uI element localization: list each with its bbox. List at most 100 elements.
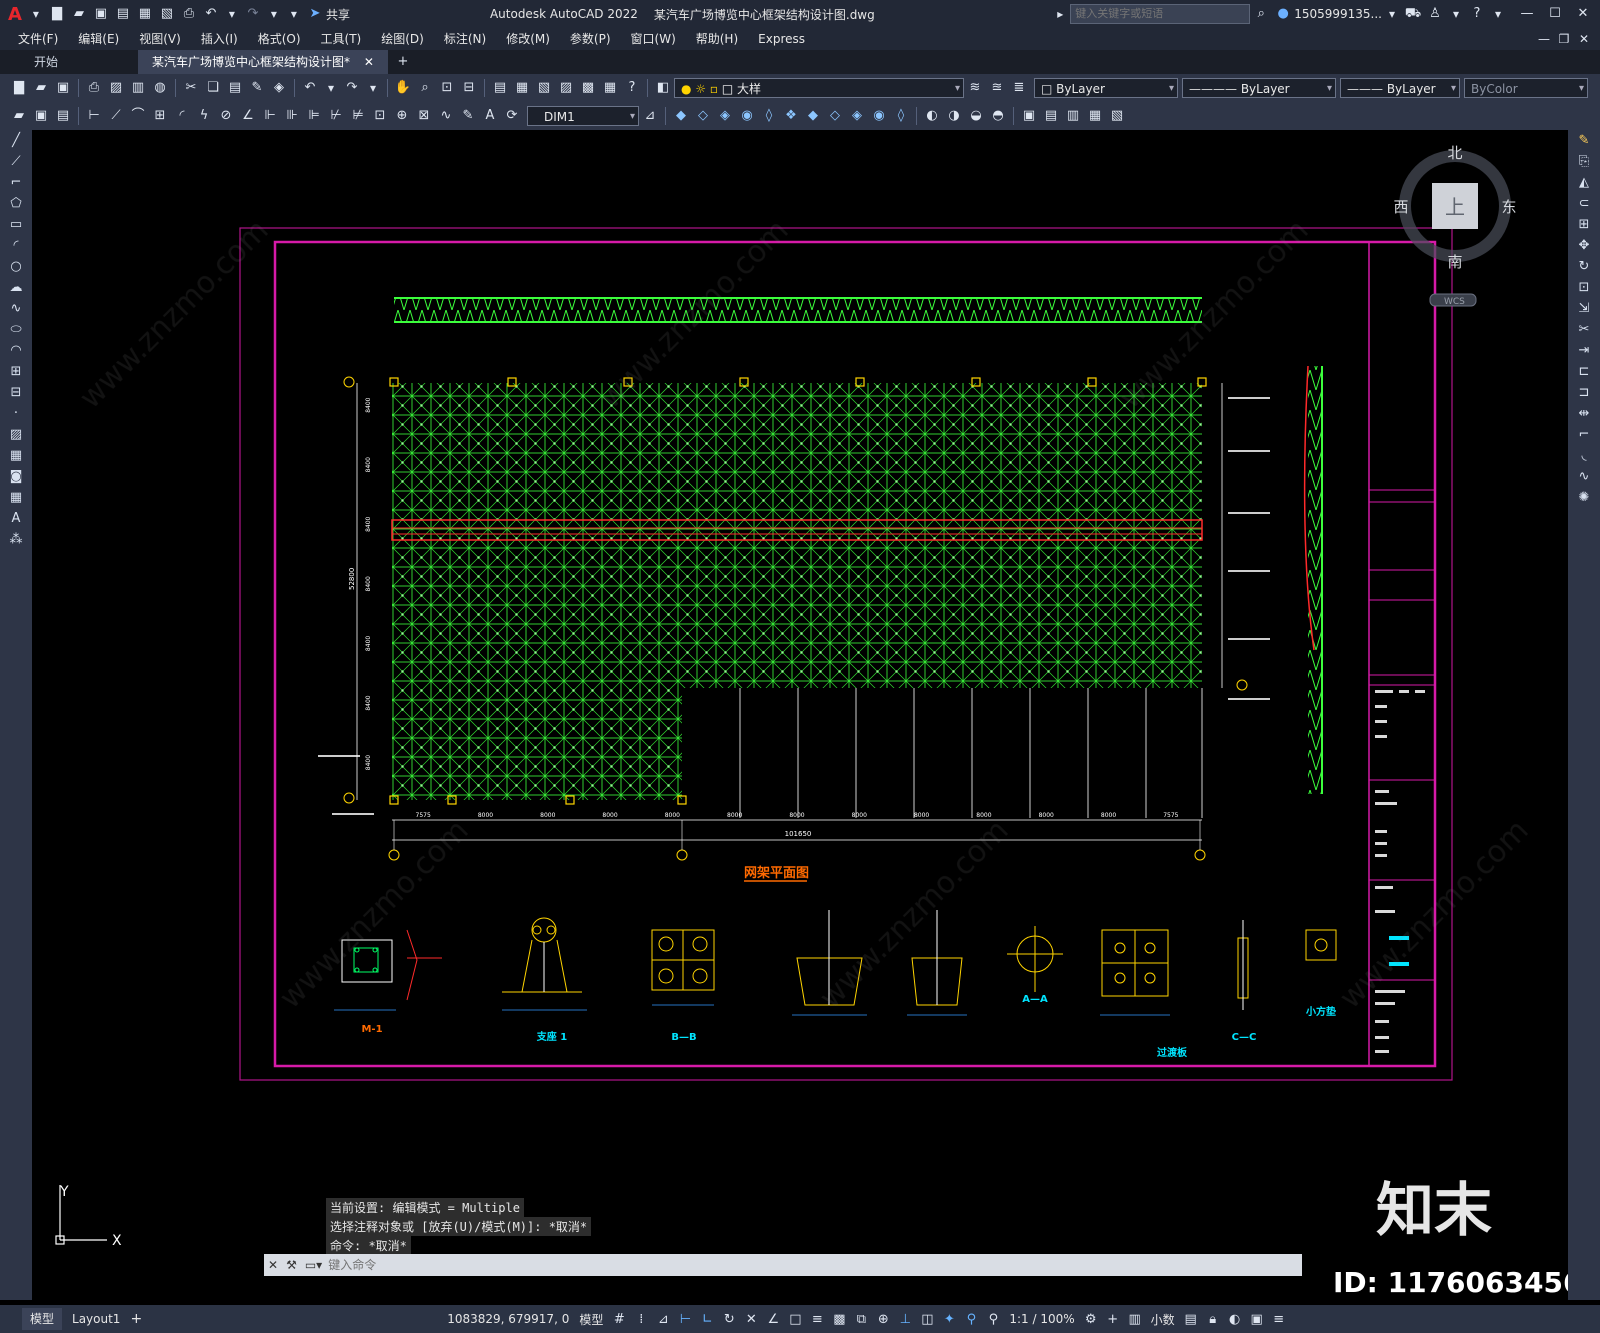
isolate-icon[interactable]: ◐: [1227, 1312, 1243, 1327]
rectangle-icon[interactable]: ▭: [4, 215, 28, 235]
zoom-realtime-icon[interactable]: ⌕: [416, 79, 434, 97]
visual-style-icon[interactable]: ◒: [967, 107, 985, 125]
dynamic-ucs-icon[interactable]: ⊥: [897, 1312, 913, 1327]
doc-minimize-icon[interactable]: —: [1536, 30, 1552, 48]
tolerance-icon[interactable]: ⊡: [371, 107, 389, 125]
layer-previous-icon[interactable]: ≊: [988, 79, 1006, 97]
render-icon[interactable]: ▣: [1020, 107, 1038, 125]
space-icon[interactable]: ⊬: [327, 107, 345, 125]
plot-icon[interactable]: ⎙: [85, 79, 103, 97]
menu-window[interactable]: 窗口(W): [621, 28, 686, 50]
save-icon[interactable]: ▣: [92, 5, 110, 23]
close-icon[interactable]: ✕: [268, 1258, 278, 1272]
chevron-down-icon[interactable]: ▾: [365, 79, 381, 97]
calculator-icon[interactable]: ▦: [601, 79, 619, 97]
units-value[interactable]: 小数: [1151, 1311, 1175, 1328]
account-icon[interactable]: ♙: [1426, 5, 1444, 23]
quick-dim-icon[interactable]: ⊩: [261, 107, 279, 125]
selection-cycling-icon[interactable]: ⧉: [853, 1312, 869, 1327]
doc-close-icon[interactable]: ✕: [1576, 30, 1592, 48]
web-save-icon[interactable]: ▧: [158, 5, 176, 23]
offset-icon[interactable]: ⊂: [1572, 194, 1596, 214]
diameter-icon[interactable]: ⊘: [217, 107, 235, 125]
view-icon[interactable]: ◊: [760, 107, 778, 125]
menu-view[interactable]: 视图(V): [129, 28, 191, 50]
view-icon[interactable]: ◊: [892, 107, 910, 125]
share-label[interactable]: 共享: [326, 6, 350, 23]
visual-style-icon[interactable]: ◑: [945, 107, 963, 125]
tool-icon[interactable]: ▤: [54, 107, 72, 125]
user-name[interactable]: 1505999135...: [1294, 7, 1382, 21]
circle-icon[interactable]: ○: [4, 257, 28, 277]
undo-icon[interactable]: ↶: [202, 5, 220, 23]
view-icon[interactable]: ◆: [804, 107, 822, 125]
layer-properties-icon[interactable]: ◧: [654, 79, 672, 97]
qnew-icon[interactable]: ▇: [10, 79, 28, 97]
save-icon[interactable]: ▣: [54, 79, 72, 97]
break-point-icon[interactable]: ⊏: [1572, 362, 1596, 382]
insert-block-icon[interactable]: ⊞: [4, 362, 28, 382]
plus-icon[interactable]: +: [1105, 1312, 1121, 1327]
dim-edit-icon[interactable]: ✎: [459, 107, 477, 125]
menu-format[interactable]: 格式(O): [248, 28, 311, 50]
customize-icon[interactable]: ≡: [1271, 1312, 1287, 1327]
radius-icon[interactable]: ◜: [173, 107, 191, 125]
tab-close-icon[interactable]: ✕: [364, 55, 374, 69]
block-editor-icon[interactable]: ◈: [270, 79, 288, 97]
preview-icon[interactable]: ▨: [107, 79, 125, 97]
view-icon[interactable]: ◇: [694, 107, 712, 125]
menu-tools[interactable]: 工具(T): [311, 28, 372, 50]
revcloud-icon[interactable]: ☁: [4, 278, 28, 298]
angular-icon[interactable]: ∠: [239, 107, 257, 125]
pan-icon[interactable]: ✋: [394, 79, 412, 97]
snap-icon[interactable]: ⁞: [633, 1312, 649, 1327]
render-icon[interactable]: ▤: [1042, 107, 1060, 125]
search-icon[interactable]: ⌕: [1252, 5, 1270, 23]
extend-icon[interactable]: ⇥: [1572, 341, 1596, 361]
undo-icon[interactable]: ↶: [301, 79, 319, 97]
plotstyle-dropdown[interactable]: ByColor ▾: [1464, 78, 1588, 98]
osnap-icon[interactable]: □: [787, 1312, 803, 1327]
arc-icon[interactable]: ◜: [4, 236, 28, 256]
auto-scale-icon[interactable]: ⚲: [985, 1312, 1001, 1327]
share-icon[interactable]: ➤: [306, 5, 324, 23]
linetype-dropdown[interactable]: ———— ByLayer ▾: [1182, 78, 1336, 98]
tool-icon[interactable]: ▣: [32, 107, 50, 125]
layer-states-icon[interactable]: ≣: [1010, 79, 1028, 97]
layout-tab-model[interactable]: 模型: [22, 1308, 63, 1330]
workspace-gear-icon[interactable]: ⚙: [1083, 1312, 1099, 1327]
add-layout-icon[interactable]: +: [130, 1311, 142, 1327]
dim-text-edit-icon[interactable]: A: [481, 107, 499, 125]
annotation-scale[interactable]: 1:1 / 100%: [1009, 1312, 1074, 1326]
gizmo-icon[interactable]: ✦: [941, 1312, 957, 1327]
doc-restore-icon[interactable]: ❐: [1556, 30, 1572, 48]
chevron-down-icon[interactable]: ▾: [1448, 5, 1464, 23]
chevron-down-icon[interactable]: ▾: [28, 5, 44, 23]
arc-length-icon[interactable]: ⌒: [129, 107, 147, 125]
dynamic-input-icon[interactable]: ⊢: [677, 1312, 693, 1327]
ellipse-icon[interactable]: ⬭: [4, 320, 28, 340]
join-icon[interactable]: ⇹: [1572, 404, 1596, 424]
coordinates[interactable]: 1083829, 679917, 0: [447, 1312, 569, 1326]
menu-modify[interactable]: 修改(M): [496, 28, 560, 50]
lineweight-icon[interactable]: ≡: [809, 1312, 825, 1327]
command-input[interactable]: [326, 1255, 1302, 1275]
redo-icon[interactable]: ↷: [343, 79, 361, 97]
grid-icon[interactable]: #: [611, 1312, 627, 1327]
customize-icon[interactable]: ▾: [286, 5, 302, 23]
clean-screen-icon[interactable]: ▣: [1249, 1312, 1265, 1327]
view-icon[interactable]: ❖: [782, 107, 800, 125]
infer-icon[interactable]: ⊿: [655, 1312, 671, 1327]
command-prompt-icon[interactable]: ▭▾: [305, 1258, 322, 1272]
save-as-icon[interactable]: ▤: [114, 5, 132, 23]
tab-drawing[interactable]: 某汽车广场博览中心框架结构设计图* ✕: [138, 50, 388, 74]
hatch-icon[interactable]: ▨: [4, 425, 28, 445]
inspect-icon[interactable]: ⊠: [415, 107, 433, 125]
minimize-icon[interactable]: —: [1518, 5, 1536, 23]
view-icon[interactable]: ◆: [672, 107, 690, 125]
jogged-linear-icon[interactable]: ∿: [437, 107, 455, 125]
wrench-icon[interactable]: ⚒: [286, 1258, 297, 1272]
view-icon[interactable]: ◉: [738, 107, 756, 125]
render-icon[interactable]: ▧: [1108, 107, 1126, 125]
units-icon[interactable]: ▥: [1127, 1312, 1143, 1327]
